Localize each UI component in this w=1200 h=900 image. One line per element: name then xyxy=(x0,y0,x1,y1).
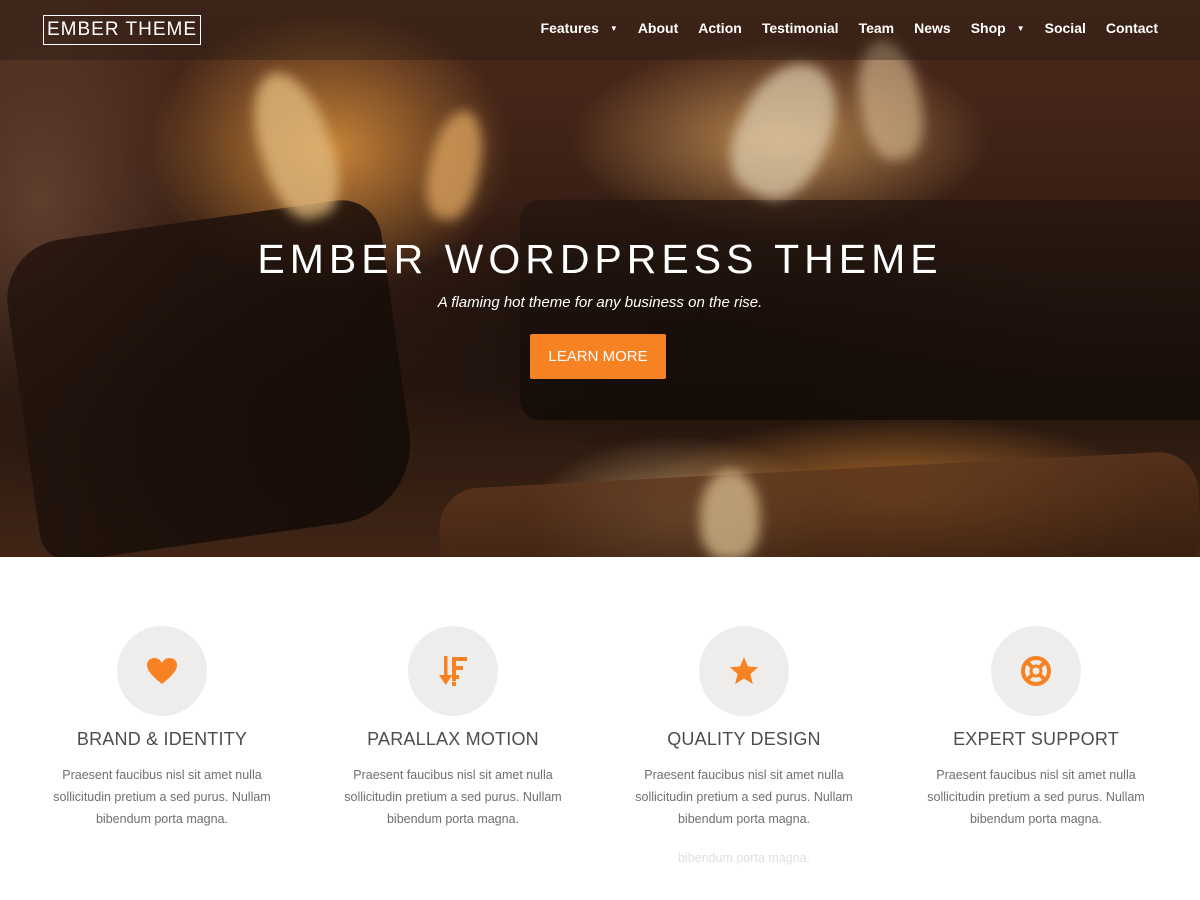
feature-description: Praesent faucibus nisl sit amet nulla so… xyxy=(344,768,562,826)
hero-background-log xyxy=(437,450,1200,557)
feature-quality-design: QUALITY DESIGN Praesent faucibus nisl si… xyxy=(614,626,874,830)
feature-description: Praesent faucibus nisl sit amet nulla so… xyxy=(927,768,1145,826)
hero-background-flame xyxy=(700,470,760,557)
ghost-text: bibendum porta magna. xyxy=(677,851,811,865)
nav-item-label: Testimonial xyxy=(761,20,839,36)
nav-item-social[interactable]: Social xyxy=(1045,20,1086,36)
nav-item-contact[interactable]: Contact xyxy=(1106,20,1158,36)
star-icon xyxy=(730,657,758,684)
nav-item-news[interactable]: News xyxy=(914,20,951,36)
feature-expert-support: EXPERT SUPPORT Praesent faucibus nisl si… xyxy=(906,626,1166,830)
feature-parallax-motion: PARALLAX MOTION Praesent faucibus nisl s… xyxy=(323,626,583,830)
sort-descending-icon xyxy=(439,656,467,686)
hero-background-flame xyxy=(419,106,491,224)
nav-item-label: About xyxy=(637,20,679,36)
nav-item-label: Team xyxy=(858,20,895,36)
nav-item-label: Features xyxy=(540,20,599,36)
feature-icon-circle xyxy=(699,626,789,716)
nav-item-label: Shop xyxy=(970,20,1006,36)
nav-item-label: Social xyxy=(1044,20,1086,36)
hero-background-flame xyxy=(238,62,352,228)
feature-title: PARALLAX MOTION xyxy=(367,729,539,749)
nav-item-action[interactable]: Action xyxy=(698,20,742,36)
feature-title: BRAND & IDENTITY xyxy=(76,729,248,749)
hero-title: EMBER WORDPRESS THEME xyxy=(257,236,943,282)
nav-item-about[interactable]: About xyxy=(638,20,678,36)
heart-icon xyxy=(147,658,177,684)
main-nav: Features ▼ About Action Testimonial Team… xyxy=(521,0,1158,56)
hero-background-flame xyxy=(714,47,856,213)
nav-item-label: Action xyxy=(698,20,742,36)
site-logo[interactable]: EMBER THEME xyxy=(43,15,201,45)
feature-description: Praesent faucibus nisl sit amet nulla so… xyxy=(53,768,271,826)
top-navbar: EMBER THEME Features ▼ About Action Test… xyxy=(0,0,1200,60)
lifebuoy-icon xyxy=(1021,656,1051,686)
nav-item-label: News xyxy=(914,20,951,36)
chevron-down-icon: ▼ xyxy=(609,23,618,33)
hero-subtitle: A flaming hot theme for any business on … xyxy=(437,294,763,311)
nav-item-shop[interactable]: Shop ▼ xyxy=(971,20,1025,36)
chevron-down-icon: ▼ xyxy=(1016,23,1025,33)
feature-icon-circle xyxy=(991,626,1081,716)
feature-icon-circle xyxy=(117,626,207,716)
nav-item-label: Contact xyxy=(1105,20,1158,36)
features-section: BRAND & IDENTITY Praesent faucibus nisl … xyxy=(0,557,1200,900)
feature-description: Praesent faucibus nisl sit amet nulla so… xyxy=(635,768,853,826)
nav-item-team[interactable]: Team xyxy=(859,20,895,36)
learn-more-button[interactable]: LEARN MORE xyxy=(530,334,666,379)
feature-icon-circle xyxy=(408,626,498,716)
nav-item-testimonial[interactable]: Testimonial xyxy=(762,20,839,36)
feature-brand-identity: BRAND & IDENTITY Praesent faucibus nisl … xyxy=(32,626,292,830)
feature-title: EXPERT SUPPORT xyxy=(953,729,1119,749)
feature-title: QUALITY DESIGN xyxy=(667,729,821,749)
nav-item-features[interactable]: Features ▼ xyxy=(541,20,618,36)
